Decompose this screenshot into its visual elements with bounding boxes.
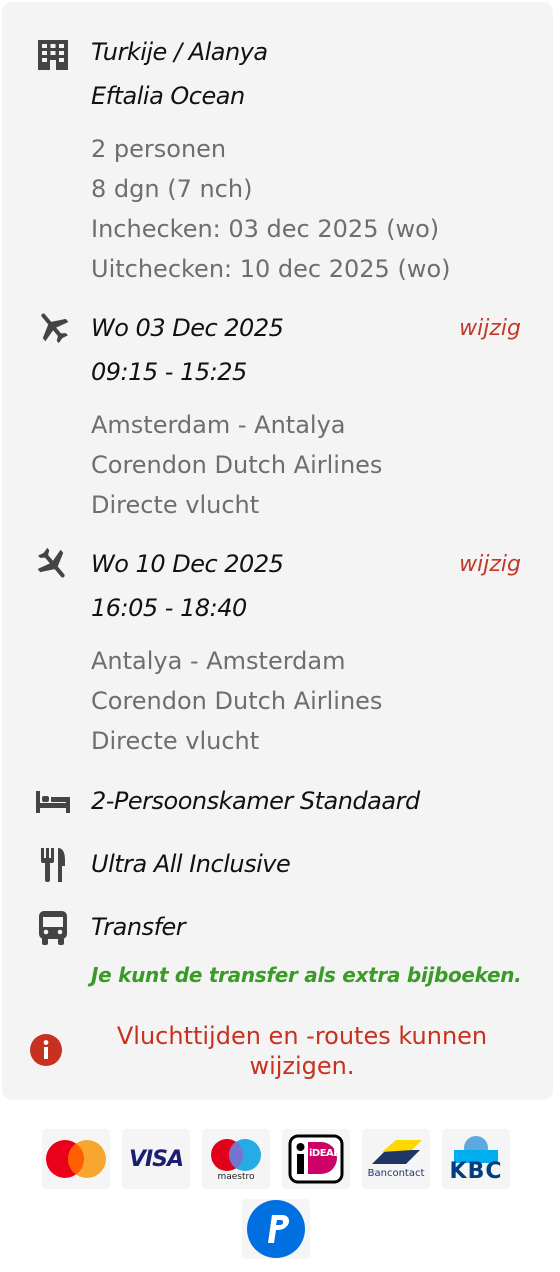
kbc-logo-text: KBC <box>449 1158 503 1184</box>
outbound-date: Wo 03 Dec 2025 <box>91 314 284 342</box>
plane-departure-icon <box>36 310 70 344</box>
return-date: Wo 10 Dec 2025 <box>91 550 284 578</box>
return-type: Directe vlucht <box>91 727 260 755</box>
persons-text: 2 personen <box>91 135 227 163</box>
bus-icon <box>36 911 70 945</box>
paypal-logo <box>242 1199 310 1259</box>
ideal-logo-text: iDEAL <box>309 1148 340 1159</box>
hotel-building-icon <box>36 38 70 72</box>
room-type: 2-Persoonskamer Standaard <box>91 787 420 815</box>
return-route: Antalya - Amsterdam <box>91 647 346 675</box>
checkout-text: Uitchecken: 10 dec 2025 (wo) <box>91 255 451 283</box>
checkin-text: Inchecken: 03 dec 2025 (wo) <box>91 215 440 243</box>
bed-icon <box>36 785 70 819</box>
booking-summary-card: Turkije / Alanya Eftalia Ocean 2 persone… <box>2 2 553 1100</box>
bancontact-logo: Bancontact <box>362 1129 430 1189</box>
transfer-note: Je kunt de transfer als extra bijboeken. <box>91 963 522 987</box>
bancontact-logo-text: Bancontact <box>367 1167 425 1179</box>
maestro-logo: maestro <box>202 1129 270 1189</box>
hotel-name: Eftalia Ocean <box>91 82 245 110</box>
outbound-airline: Corendon Dutch Airlines <box>91 451 383 479</box>
visa-logo-text: VISA <box>128 1146 184 1172</box>
return-airline: Corendon Dutch Airlines <box>91 687 383 715</box>
outbound-route: Amsterdam - Antalya <box>91 411 346 439</box>
kbc-logo: KBC <box>442 1129 510 1189</box>
mastercard-logo <box>42 1129 110 1189</box>
maestro-logo-text: maestro <box>217 1172 255 1182</box>
flight-change-notice: Vluchttijden en -routes kunnen wijzigen. <box>116 1022 488 1080</box>
outbound-type: Directe vlucht <box>91 491 260 519</box>
outbound-time: 09:15 - 15:25 <box>91 358 247 386</box>
return-change-link[interactable]: wijzig <box>459 552 521 577</box>
utensils-icon <box>36 848 70 882</box>
transfer-title: Transfer <box>91 913 186 941</box>
duration-text: 8 dgn (7 nch) <box>91 175 253 203</box>
outbound-change-link[interactable]: wijzig <box>459 316 521 341</box>
visa-logo: VISA <box>122 1129 190 1189</box>
destination-title: Turkije / Alanya <box>91 38 268 66</box>
info-icon <box>29 1033 63 1067</box>
plane-arrival-icon <box>36 547 70 581</box>
board-type: Ultra All Inclusive <box>91 850 291 878</box>
return-time: 16:05 - 18:40 <box>91 594 247 622</box>
ideal-logo: iDEAL <box>282 1129 350 1189</box>
